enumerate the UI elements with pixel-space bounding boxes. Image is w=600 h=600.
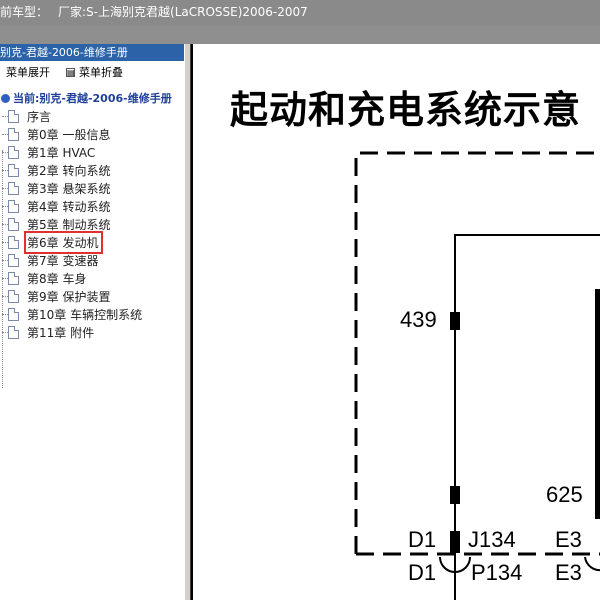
chapter-list: 序言 第0章 一般信息 第1章 HVAC 第2章 转向系统 第3章 悬架系统 第…	[0, 107, 184, 341]
expand-menu-label: 菜单展开	[6, 66, 50, 79]
document-icon	[8, 271, 19, 285]
tree-item-label: 第5章 制动系统	[27, 217, 111, 232]
tree-item-label: 第10章 车辆控制系统	[27, 307, 143, 322]
document-icon	[8, 163, 19, 177]
document-icon	[8, 289, 19, 303]
tree-item-label: 序言	[27, 109, 52, 124]
tree-item-preface[interactable]: 序言	[0, 107, 184, 125]
collapse-menu-button[interactable]: ▤ 菜单折叠	[66, 64, 123, 80]
collapse-icon: ▤	[66, 67, 75, 77]
connector-pin-d1	[450, 531, 460, 553]
tree-item-label: 第0章 一般信息	[27, 127, 111, 142]
tree-item-chapter-1[interactable]: 第1章 HVAC	[0, 143, 184, 161]
document-icon	[8, 217, 19, 231]
document-icon	[8, 145, 19, 159]
maker-value: S-上海别克君越(LaCROSSE)2006-2007	[86, 5, 308, 19]
tree-item-label: 第7章 变速器	[27, 253, 99, 268]
tree-item-chapter-5[interactable]: 第5章 制动系统	[0, 215, 184, 233]
wire-label-625: 625	[546, 482, 583, 507]
vehicle-label: 前车型：	[0, 5, 49, 19]
splice-439	[450, 312, 460, 330]
maker-label: 厂家:	[58, 5, 87, 19]
tree-item-label: 第4章 转动系统	[27, 199, 111, 214]
tree-item-chapter-10[interactable]: 第10章 车辆控制系统	[0, 305, 184, 323]
tree-item-label: 第3章 悬架系统	[27, 181, 111, 196]
splice-625	[450, 486, 460, 504]
tree-item-chapter-8[interactable]: 第8章 车身	[0, 269, 184, 287]
document-icon	[8, 199, 19, 213]
tree-item-chapter-7[interactable]: 第7章 变速器	[0, 251, 184, 269]
connector-label-d1-top: D1	[408, 527, 437, 552]
tree-item-chapter-6[interactable]: 第6章 发动机	[0, 230, 184, 254]
tree-item-label: 第8章 车身	[27, 271, 87, 286]
connector-label-j134: J134	[468, 527, 516, 552]
connector-label-e3-top: E3	[555, 527, 582, 552]
document-icon	[8, 325, 19, 339]
globe-icon	[1, 93, 10, 103]
tree-item-chapter-3[interactable]: 第3章 悬架系统	[0, 179, 184, 197]
tree-item-chapter-4[interactable]: 第4章 转动系统	[0, 197, 184, 215]
document-icon	[8, 253, 19, 267]
document-icon	[8, 235, 19, 249]
panel-splitter[interactable]	[184, 44, 191, 600]
tree-item-label: 第2章 转向系统	[27, 163, 111, 178]
expand-menu-button[interactable]: 菜单展开	[6, 64, 50, 80]
wire-label-439: 439	[400, 307, 437, 332]
tree-item-chapter-0[interactable]: 第0章 一般信息	[0, 125, 184, 143]
toolbar-band	[0, 26, 600, 44]
tree-item-label: 第9章 保护装置	[27, 289, 111, 304]
tree-item-chapter-2[interactable]: 第2章 转向系统	[0, 161, 184, 179]
diagram-viewer: 起动和充电系统示意 439 625 D1 J134 E3 D1 P134 E3	[191, 44, 600, 600]
tree-root-label: 当前:别克-君越-2006-维修手册	[13, 92, 172, 105]
tree-item-label: 第1章 HVAC	[27, 145, 96, 160]
menu-row: 菜单展开 ▤ 菜单折叠	[0, 61, 184, 83]
tree-item-chapter-9[interactable]: 第9章 保护装置	[0, 287, 184, 305]
document-icon	[8, 307, 19, 321]
window-title-bar: 前车型： 厂家:S-上海别克君越(LaCROSSE)2006-2007	[0, 0, 600, 26]
document-icon	[8, 127, 19, 141]
connector-arc-e3	[584, 556, 600, 572]
tree-item-chapter-11[interactable]: 第11章 附件	[0, 323, 184, 341]
connector-label-p134: P134	[471, 560, 523, 585]
tree-root[interactable]: 当前:别克-君越-2006-维修手册	[0, 89, 184, 107]
tree-item-label: 第6章 发动机	[23, 230, 104, 254]
document-icon	[8, 109, 19, 123]
wiring-diagram	[354, 151, 600, 600]
connector-label-e3-bottom: E3	[555, 560, 582, 585]
component-block	[595, 289, 600, 519]
collapse-menu-label: 菜单折叠	[79, 66, 123, 79]
manual-tree-panel: 别克-君越-2006-维修手册 菜单展开 ▤ 菜单折叠 当前:别克-君越-200…	[0, 44, 184, 600]
panel-header: 别克-君越-2006-维修手册	[0, 44, 184, 61]
connector-label-d1-bottom: D1	[408, 560, 437, 585]
document-icon	[8, 181, 19, 195]
tree-item-label: 第11章 附件	[27, 325, 95, 340]
